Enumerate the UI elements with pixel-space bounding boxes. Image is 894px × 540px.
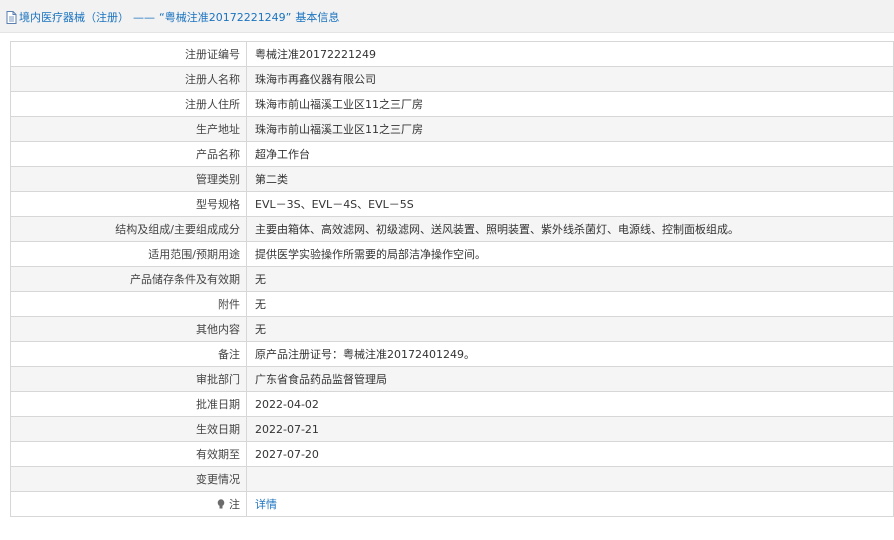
breadcrumb: 境内医疗器械（注册） —— “粤械注准20172221249” 基本信息 [6, 9, 339, 25]
row-value: 2022-07-21 [246, 416, 894, 442]
row-label: 产品储存条件及有效期 [10, 266, 247, 292]
breadcrumb-separator: —— [133, 10, 155, 24]
details-link[interactable]: 详情 [255, 498, 277, 511]
note-row: 注 详情 [10, 491, 894, 517]
table-row: 注册人名称 珠海市再鑫仪器有限公司 [10, 66, 894, 92]
note-row-label-cell: 注 [10, 491, 247, 517]
row-label: 注册人住所 [10, 91, 247, 117]
row-label: 备注 [10, 341, 247, 367]
record-title: “粤械注准20172221249” [159, 11, 292, 24]
row-label: 审批部门 [10, 366, 247, 392]
table-row: 其他内容无 [10, 316, 894, 342]
note-value-cell: 详情 [246, 491, 894, 517]
row-value: 无 [246, 316, 894, 342]
breadcrumb-category-link[interactable]: 境内医疗器械（注册） [19, 9, 129, 25]
document-icon [6, 10, 17, 24]
row-label: 生效日期 [10, 416, 247, 442]
table-row: 有效期至 2027-07-20 [10, 441, 894, 467]
row-value: 无 [246, 291, 894, 317]
row-label: 结构及组成/主要组成成分 [10, 216, 247, 242]
record-title-suffix: 基本信息 [295, 11, 340, 24]
table-row: 注册证编号 粤械注准20172221249 [10, 41, 894, 67]
row-value: 第二类 [246, 166, 894, 192]
row-value: 主要由箱体、高效滤网、初级滤网、送风装置、照明装置、紫外线杀菌灯、电源线、控制面… [246, 216, 894, 242]
table-row: 备注 原产品注册证号：粤械注准20172401249。 [10, 341, 894, 367]
table-row: 管理类别 第二类 [10, 166, 894, 192]
table-row: 变更情况 [10, 466, 894, 492]
row-value: 原产品注册证号：粤械注准20172401249。 [246, 341, 894, 367]
table-row: 审批部门 广东省食品药品监督管理局 [10, 366, 894, 392]
table-row: 适用范围/预期用途 提供医学实验操作所需要的局部洁净操作空间。 [10, 241, 894, 267]
row-label: 变更情况 [10, 466, 247, 492]
table-row: 附件无 [10, 291, 894, 317]
row-label: 有效期至 [10, 441, 247, 467]
table-row: 产品名称 超净工作台 [10, 141, 894, 167]
row-value: 2027-07-20 [246, 441, 894, 467]
row-value: 珠海市前山福溪工业区11之三厂房 [246, 91, 894, 117]
table-row: 注册人住所 珠海市前山福溪工业区11之三厂房 [10, 91, 894, 117]
row-label: 产品名称 [10, 141, 247, 167]
row-value: 粤械注准20172221249 [246, 41, 894, 67]
row-value: 无 [246, 266, 894, 292]
row-value: 珠海市前山福溪工业区11之三厂房 [246, 116, 894, 142]
row-label: 管理类别 [10, 166, 247, 192]
table-row: 生产地址 珠海市前山福溪工业区11之三厂房 [10, 116, 894, 142]
table-row: 生效日期 2022-07-21 [10, 416, 894, 442]
row-value: EVL－3S、EVL－4S、EVL－5S [246, 191, 894, 217]
row-label: 附件 [10, 291, 247, 317]
row-label: 其他内容 [10, 316, 247, 342]
page-header: 境内医疗器械（注册） —— “粤械注准20172221249” 基本信息 [0, 0, 894, 33]
row-label: 适用范围/预期用途 [10, 241, 247, 267]
row-value: 2022-04-02 [246, 391, 894, 417]
bulb-icon [217, 499, 228, 511]
row-value: 珠海市再鑫仪器有限公司 [246, 66, 894, 92]
row-label: 注册证编号 [10, 41, 247, 67]
row-value: 超净工作台 [246, 141, 894, 167]
row-label: 型号规格 [10, 191, 247, 217]
row-label: 批准日期 [10, 391, 247, 417]
row-value [246, 466, 894, 492]
table-row: 结构及组成/主要组成成分 主要由箱体、高效滤网、初级滤网、送风装置、照明装置、紫外… [10, 216, 894, 242]
note-label: 注 [229, 498, 240, 511]
row-value: 广东省食品药品监督管理局 [246, 366, 894, 392]
table-row: 产品储存条件及有效期无 [10, 266, 894, 292]
table-row: 批准日期 2022-04-02 [10, 391, 894, 417]
row-label: 生产地址 [10, 116, 247, 142]
row-value: 提供医学实验操作所需要的局部洁净操作空间。 [246, 241, 894, 267]
detail-table: 注册证编号 粤械注准20172221249 注册人名称 珠海市再鑫仪器有限公司 注册… [10, 41, 894, 517]
row-label: 注册人名称 [10, 66, 247, 92]
table-row: 型号规格 EVL－3S、EVL－4S、EVL－5S [10, 191, 894, 217]
